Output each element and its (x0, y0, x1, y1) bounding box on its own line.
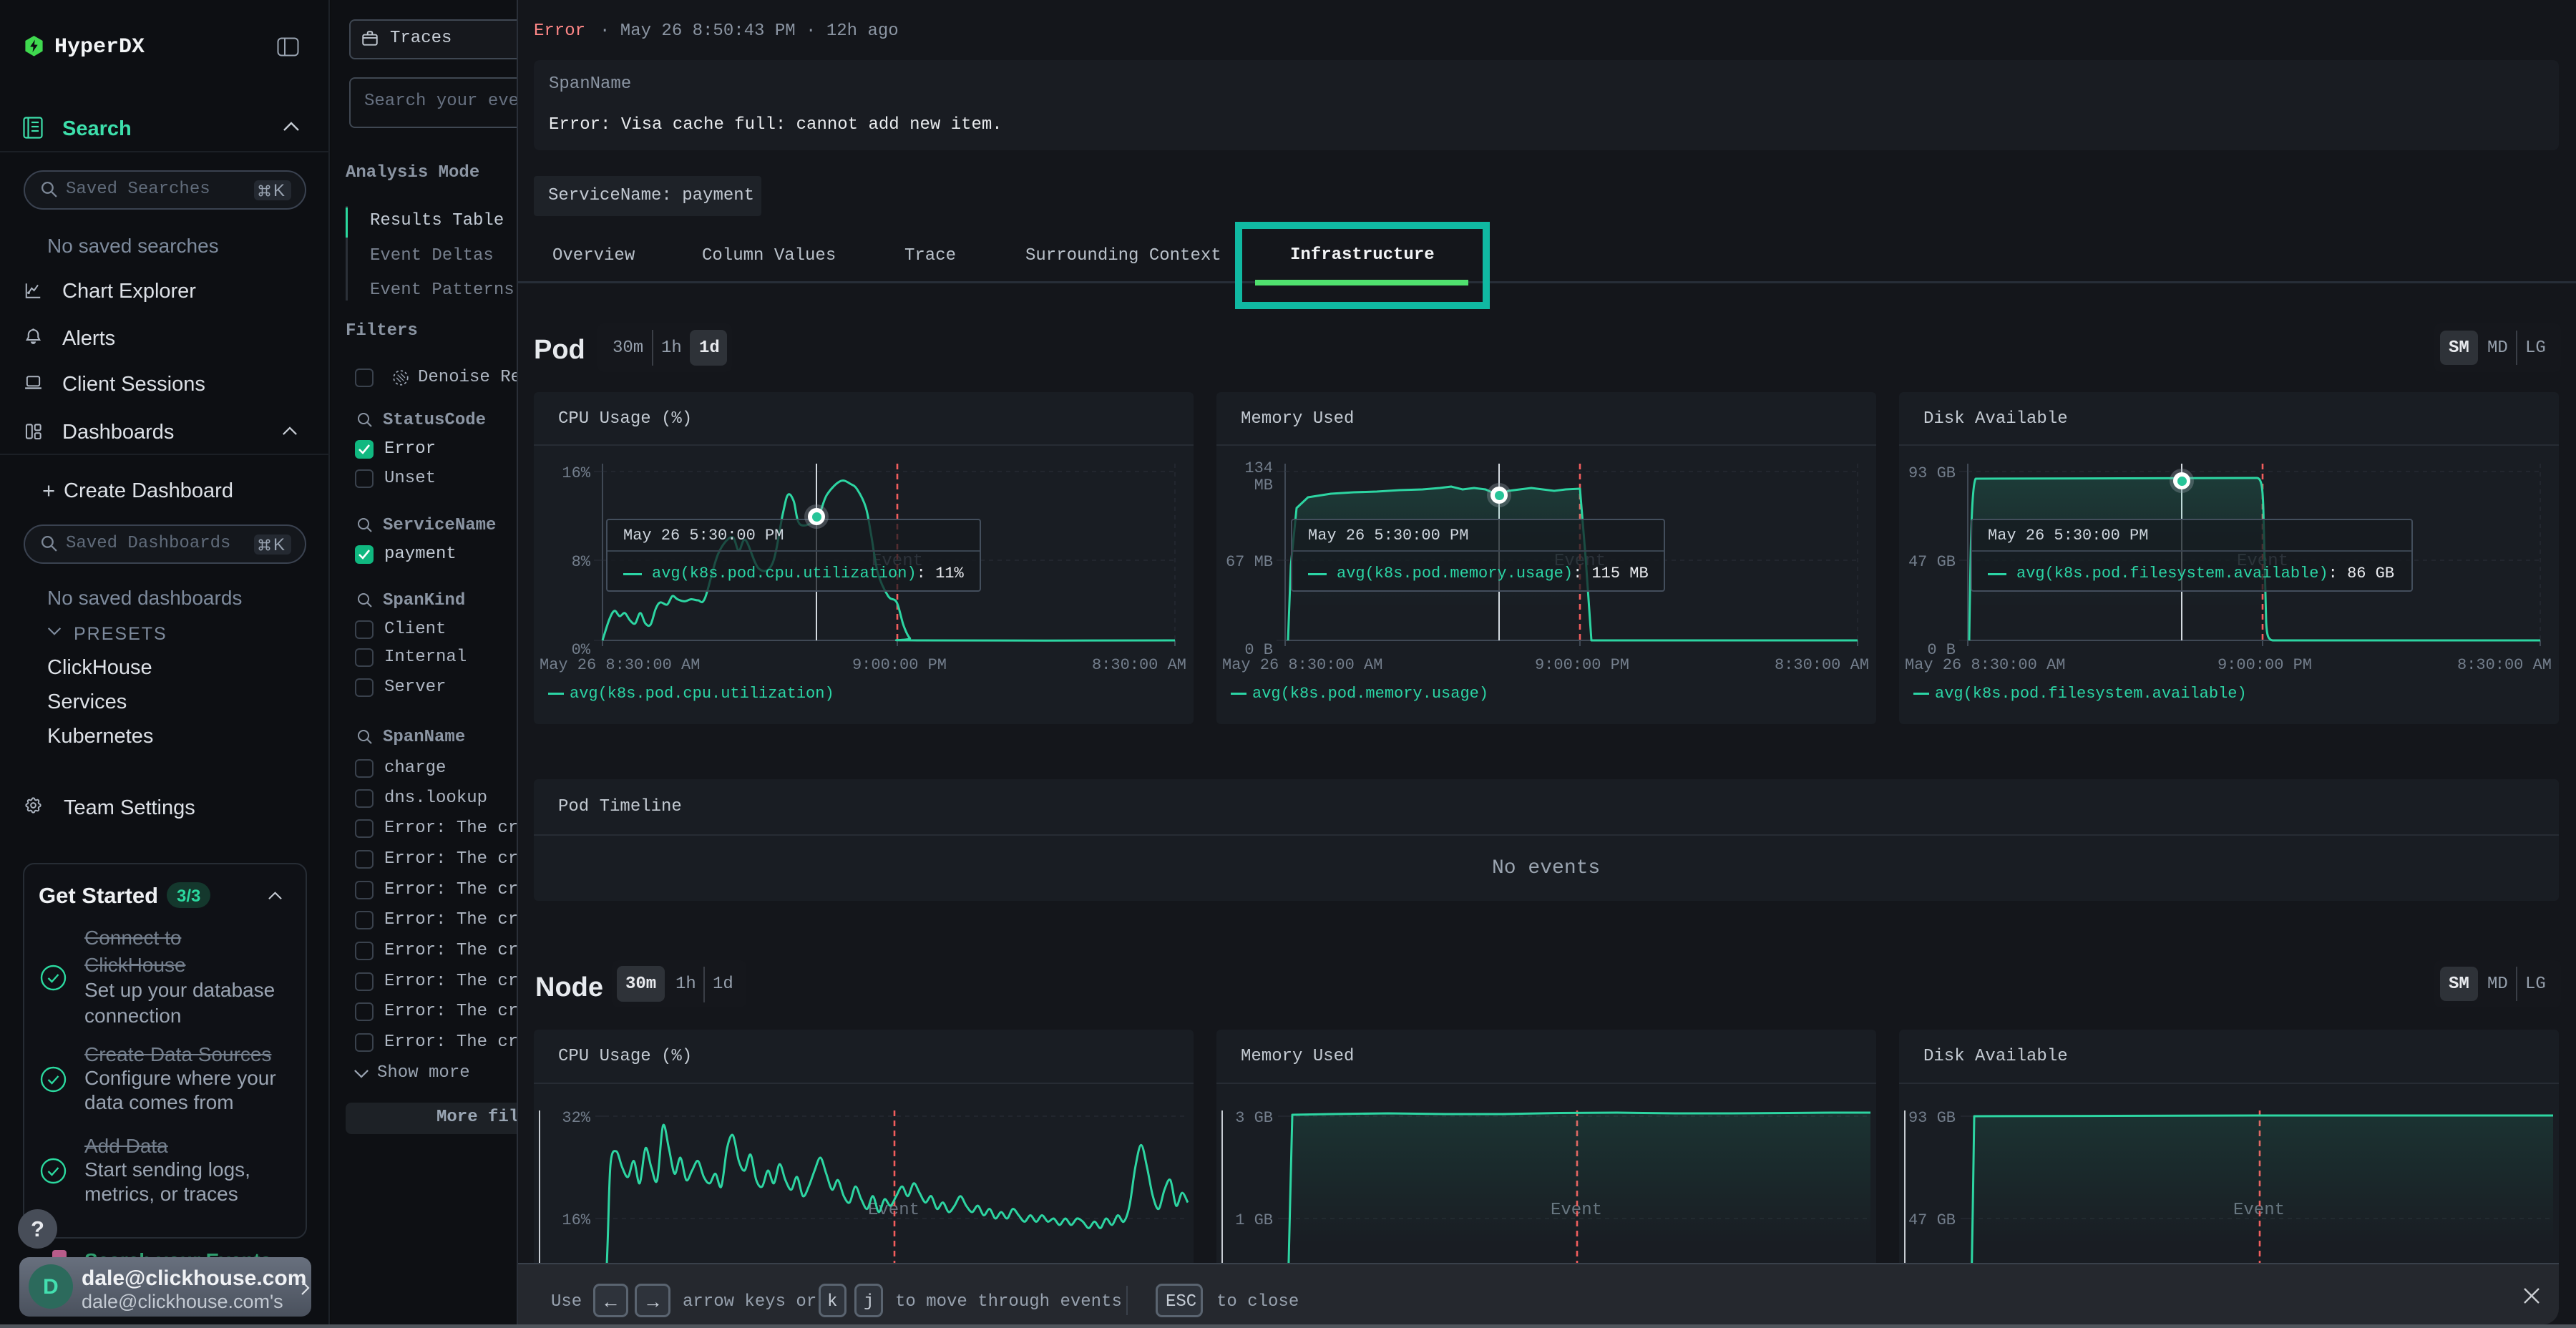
svg-text:8:30:00 AM: 8:30:00 AM (1775, 656, 1869, 674)
svg-text:May 26 8:30:00 AM: May 26 8:30:00 AM (1905, 656, 2065, 674)
svg-text:67 MB: 67 MB (1226, 553, 1273, 571)
svg-text:1 GB: 1 GB (1235, 1211, 1273, 1229)
svg-text:3 GB: 3 GB (1235, 1109, 1273, 1127)
svg-text:93 GB: 93 GB (1908, 1109, 1956, 1127)
svg-text:May 26 8:30:00 AM: May 26 8:30:00 AM (1222, 656, 1382, 674)
svg-text:8:30:00 AM: 8:30:00 AM (2457, 656, 2552, 674)
svg-text:9:00:00 PM: 9:00:00 PM (2218, 656, 2312, 674)
svg-text:9:00:00 PM: 9:00:00 PM (852, 656, 947, 674)
svg-text:47 GB: 47 GB (1908, 1211, 1956, 1229)
svg-text:May 26 8:30:00 AM: May 26 8:30:00 AM (540, 656, 700, 674)
svg-text:16%: 16% (562, 1211, 590, 1229)
svg-text:134: 134 (1244, 459, 1273, 477)
svg-text:9:00:00 PM: 9:00:00 PM (1535, 656, 1629, 674)
svg-text:8%: 8% (572, 553, 591, 571)
svg-text:93 GB: 93 GB (1908, 464, 1956, 482)
svg-text:47 GB: 47 GB (1908, 553, 1956, 571)
svg-text:8:30:00 AM: 8:30:00 AM (1092, 656, 1186, 674)
svg-text:MB: MB (1254, 477, 1273, 494)
svg-text:32%: 32% (562, 1109, 590, 1127)
svg-text:16%: 16% (562, 464, 590, 482)
